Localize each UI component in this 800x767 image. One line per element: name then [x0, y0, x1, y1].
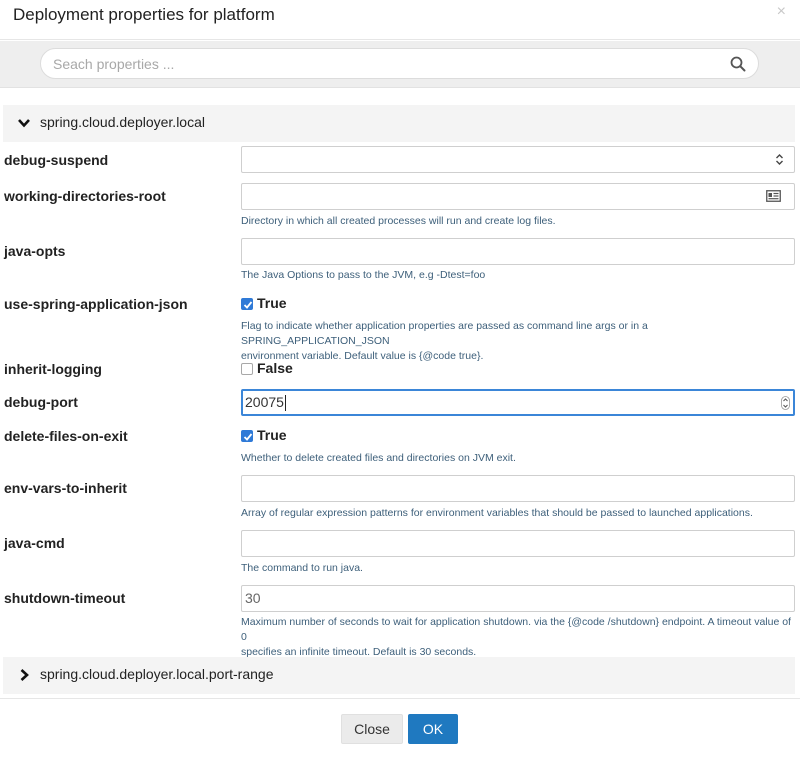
help-env-vars-to-inherit: Array of regular expression patterns for…: [241, 507, 753, 519]
debug-port-value: 20075: [245, 394, 284, 410]
checkbox-checked-icon[interactable]: [241, 430, 253, 442]
search-bar: [0, 41, 800, 88]
directory-picker-icon[interactable]: [766, 190, 781, 202]
checkbox-unchecked-icon[interactable]: [241, 363, 253, 375]
env-vars-to-inherit-input[interactable]: [241, 475, 795, 502]
label-debug-suspend: debug-suspend: [4, 152, 109, 168]
close-icon[interactable]: ×: [777, 3, 786, 21]
dialog-header: Deployment properties for platform ×: [0, 0, 800, 40]
help-line: Flag to indicate whether application pro…: [241, 320, 648, 347]
group-title: spring.cloud.deployer.local.port-range: [40, 666, 274, 682]
checkbox-state-label: True: [257, 295, 287, 311]
select-arrows-icon: [776, 154, 783, 165]
help-java-cmd: The command to run java.: [241, 562, 363, 574]
help-shutdown-timeout: Maximum number of seconds to wait for ap…: [241, 615, 796, 660]
group-header-port-range[interactable]: spring.cloud.deployer.local.port-range: [3, 657, 795, 694]
help-line: Maximum number of seconds to wait for ap…: [241, 616, 791, 643]
label-java-cmd: java-cmd: [4, 535, 65, 551]
label-debug-port: debug-port: [4, 394, 78, 410]
close-button[interactable]: Close: [341, 714, 403, 744]
help-line: environment variable. Default value is {…: [241, 350, 484, 362]
group-title: spring.cloud.deployer.local: [40, 114, 205, 130]
help-working-directories-root: Directory in which all created processes…: [241, 215, 556, 227]
checkbox-state-label: False: [257, 360, 293, 376]
group-header-local[interactable]: spring.cloud.deployer.local: [3, 105, 795, 142]
checkbox-checked-icon[interactable]: [241, 298, 253, 310]
checkbox-state-label: True: [257, 427, 287, 443]
search-input[interactable]: [53, 54, 713, 74]
label-delete-files-on-exit: delete-files-on-exit: [4, 428, 128, 444]
shutdown-timeout-input[interactable]: 30: [241, 585, 795, 612]
text-cursor: [284, 395, 286, 412]
chevron-down-icon: [18, 119, 30, 128]
number-spinner-icon[interactable]: [781, 396, 790, 410]
chevron-right-icon: [20, 669, 29, 681]
label-working-directories-root: working-directories-root: [4, 188, 166, 204]
search-icon[interactable]: [730, 56, 746, 72]
label-java-opts: java-opts: [4, 243, 66, 259]
label-shutdown-timeout: shutdown-timeout: [4, 590, 126, 606]
debug-suspend-select[interactable]: [241, 146, 795, 173]
label-use-spring-application-json: use-spring-application-json: [4, 296, 188, 312]
help-java-opts: The Java Options to pass to the JVM, e.g…: [241, 269, 486, 281]
java-cmd-input[interactable]: [241, 530, 795, 557]
label-env-vars-to-inherit: env-vars-to-inherit: [4, 480, 127, 496]
working-directories-root-input[interactable]: [241, 183, 795, 210]
help-use-spring-application-json: Flag to indicate whether application pro…: [241, 319, 796, 364]
ok-button[interactable]: OK: [408, 714, 458, 744]
help-delete-files-on-exit: Whether to delete created files and dire…: [241, 452, 516, 464]
dialog-title: Deployment properties for platform: [13, 5, 275, 24]
debug-port-input[interactable]: 20075: [241, 389, 795, 416]
search-box: [40, 48, 759, 79]
java-opts-input[interactable]: [241, 238, 795, 265]
shutdown-timeout-value: 30: [245, 590, 261, 606]
label-inherit-logging: inherit-logging: [4, 361, 102, 377]
dialog-footer: Close OK: [0, 698, 800, 767]
